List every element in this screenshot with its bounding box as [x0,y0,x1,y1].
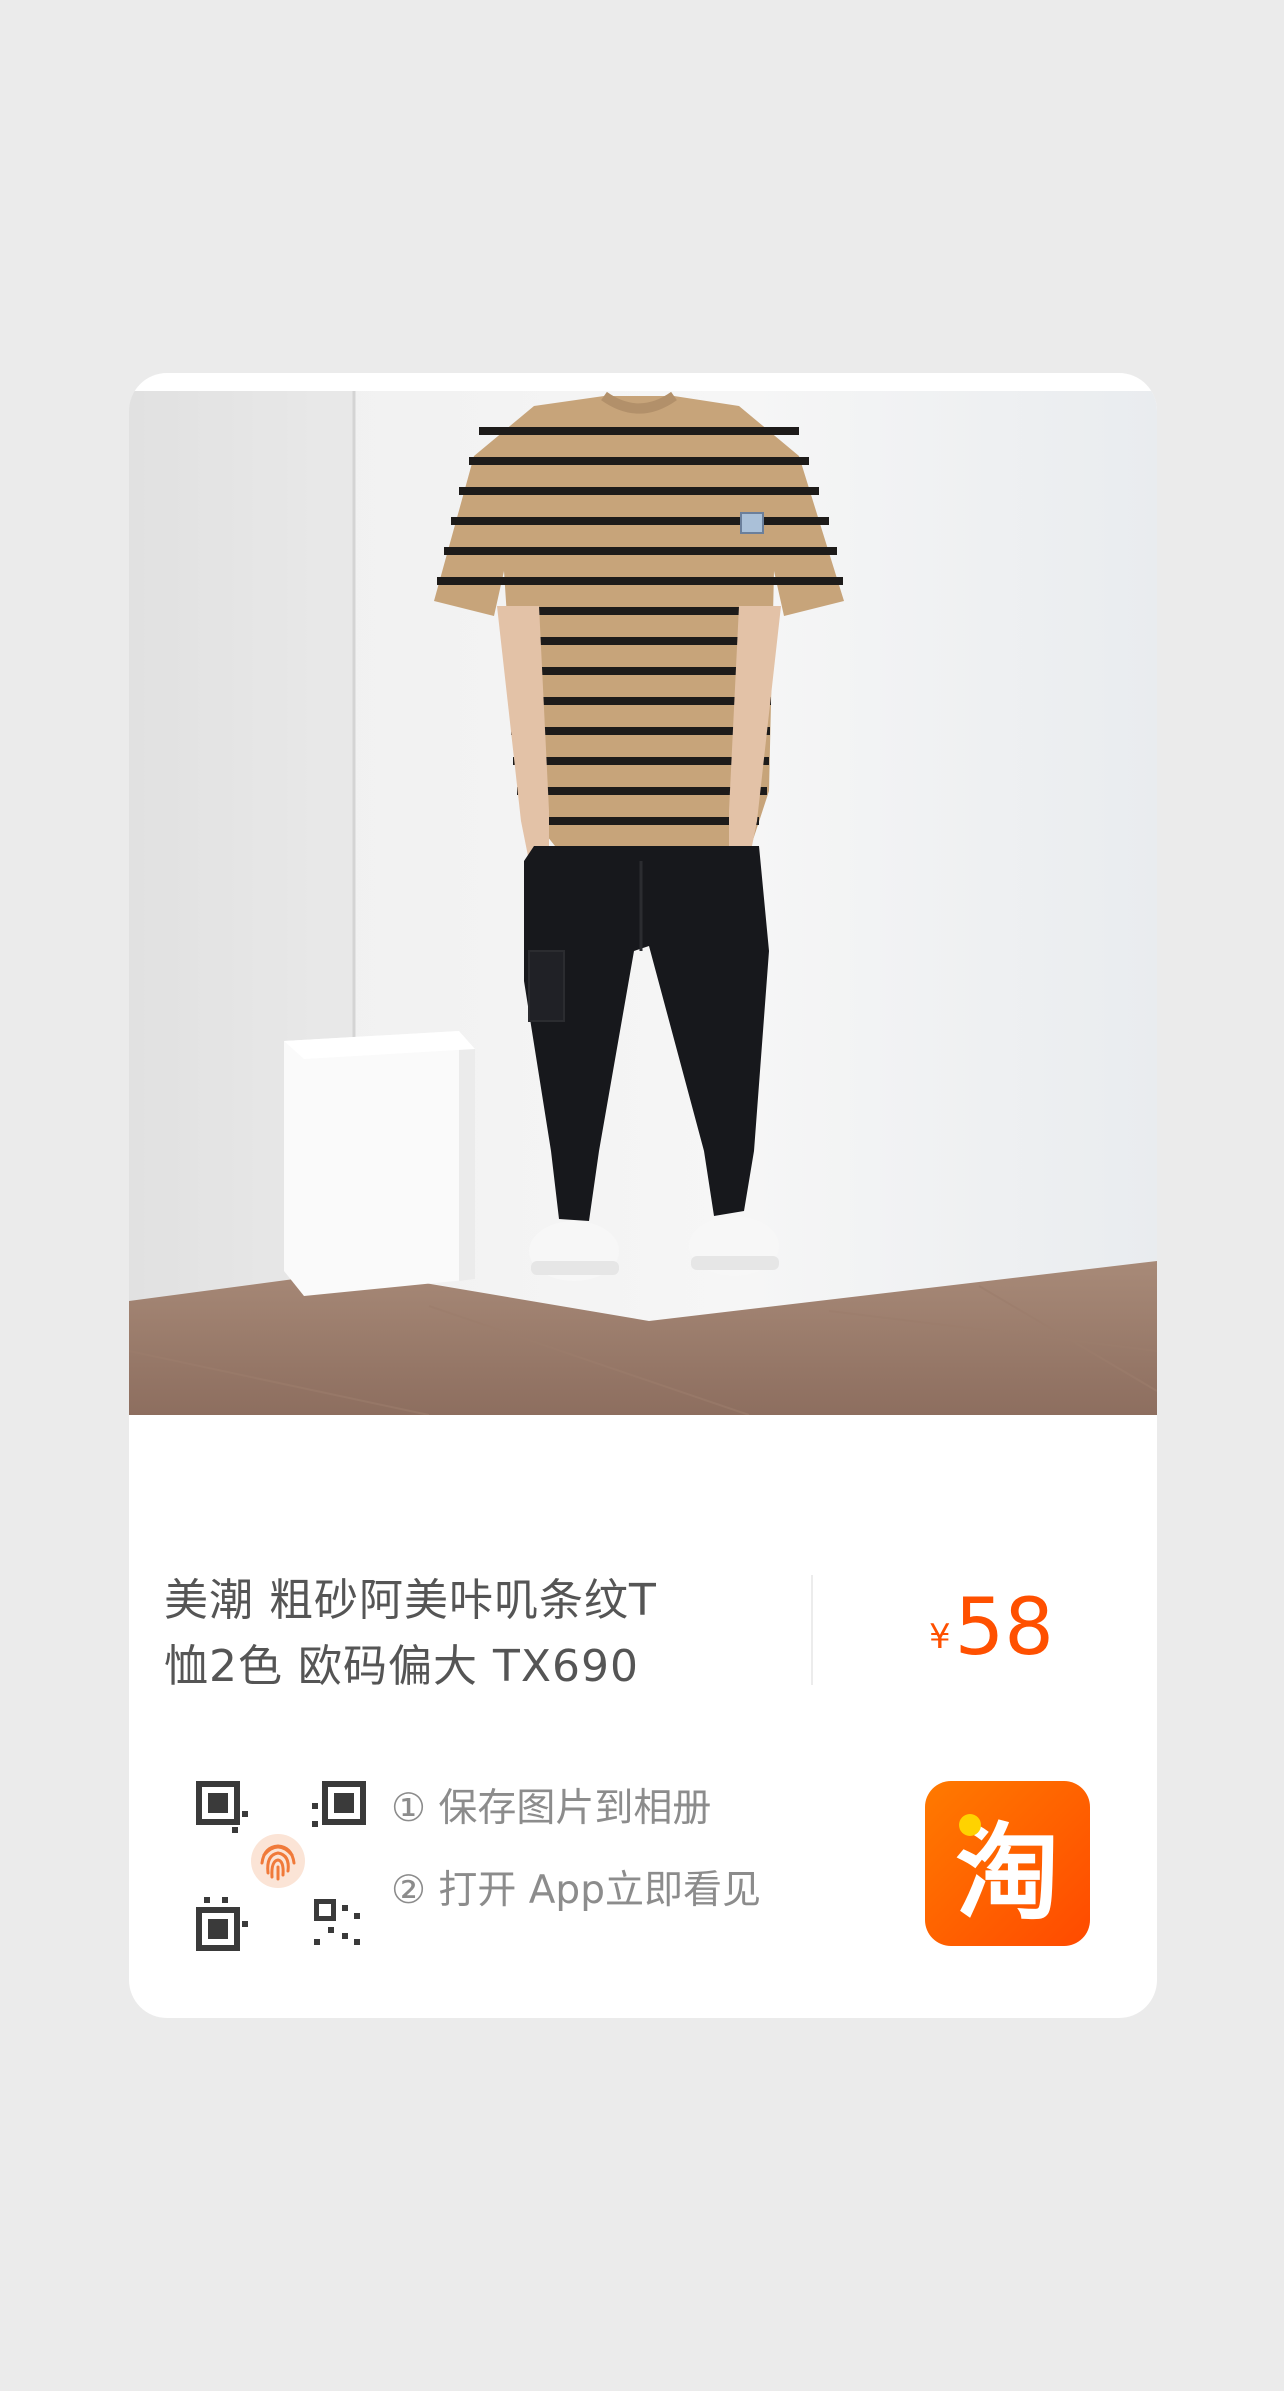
taobao-dot-icon [959,1814,981,1836]
fingerprint-icon [250,1833,306,1889]
product-title-line2: 恤2色 欧码偏大 TX690 [164,1641,639,1692]
step-save-image: ① 保存图片到相册 [391,1786,712,1831]
share-steps: ① 保存图片到相册 ② 打开 App立即看见 [391,1768,761,1932]
product-image[interactable] [129,391,1157,1415]
step-open-app: ② 打开 App立即看见 [391,1868,761,1913]
product-title: 美潮 粗砂阿美咔叽条纹T 恤2色 欧码偏大 TX690 [164,1568,724,1700]
product-price: ¥58 [929,1583,1054,1673]
taobao-glyph: 淘 [955,1812,1060,1934]
product-title-line1: 美潮 粗砂阿美咔叽条纹T [164,1575,657,1626]
share-card: 美潮 粗砂阿美咔叽条纹T 恤2色 欧码偏大 TX690 ¥58 ① 保存图片到相… [129,373,1157,2018]
taobao-app-icon[interactable]: 淘 [925,1781,1090,1946]
price-value: 58 [954,1583,1054,1673]
divider [811,1575,813,1685]
currency-symbol: ¥ [929,1617,951,1657]
